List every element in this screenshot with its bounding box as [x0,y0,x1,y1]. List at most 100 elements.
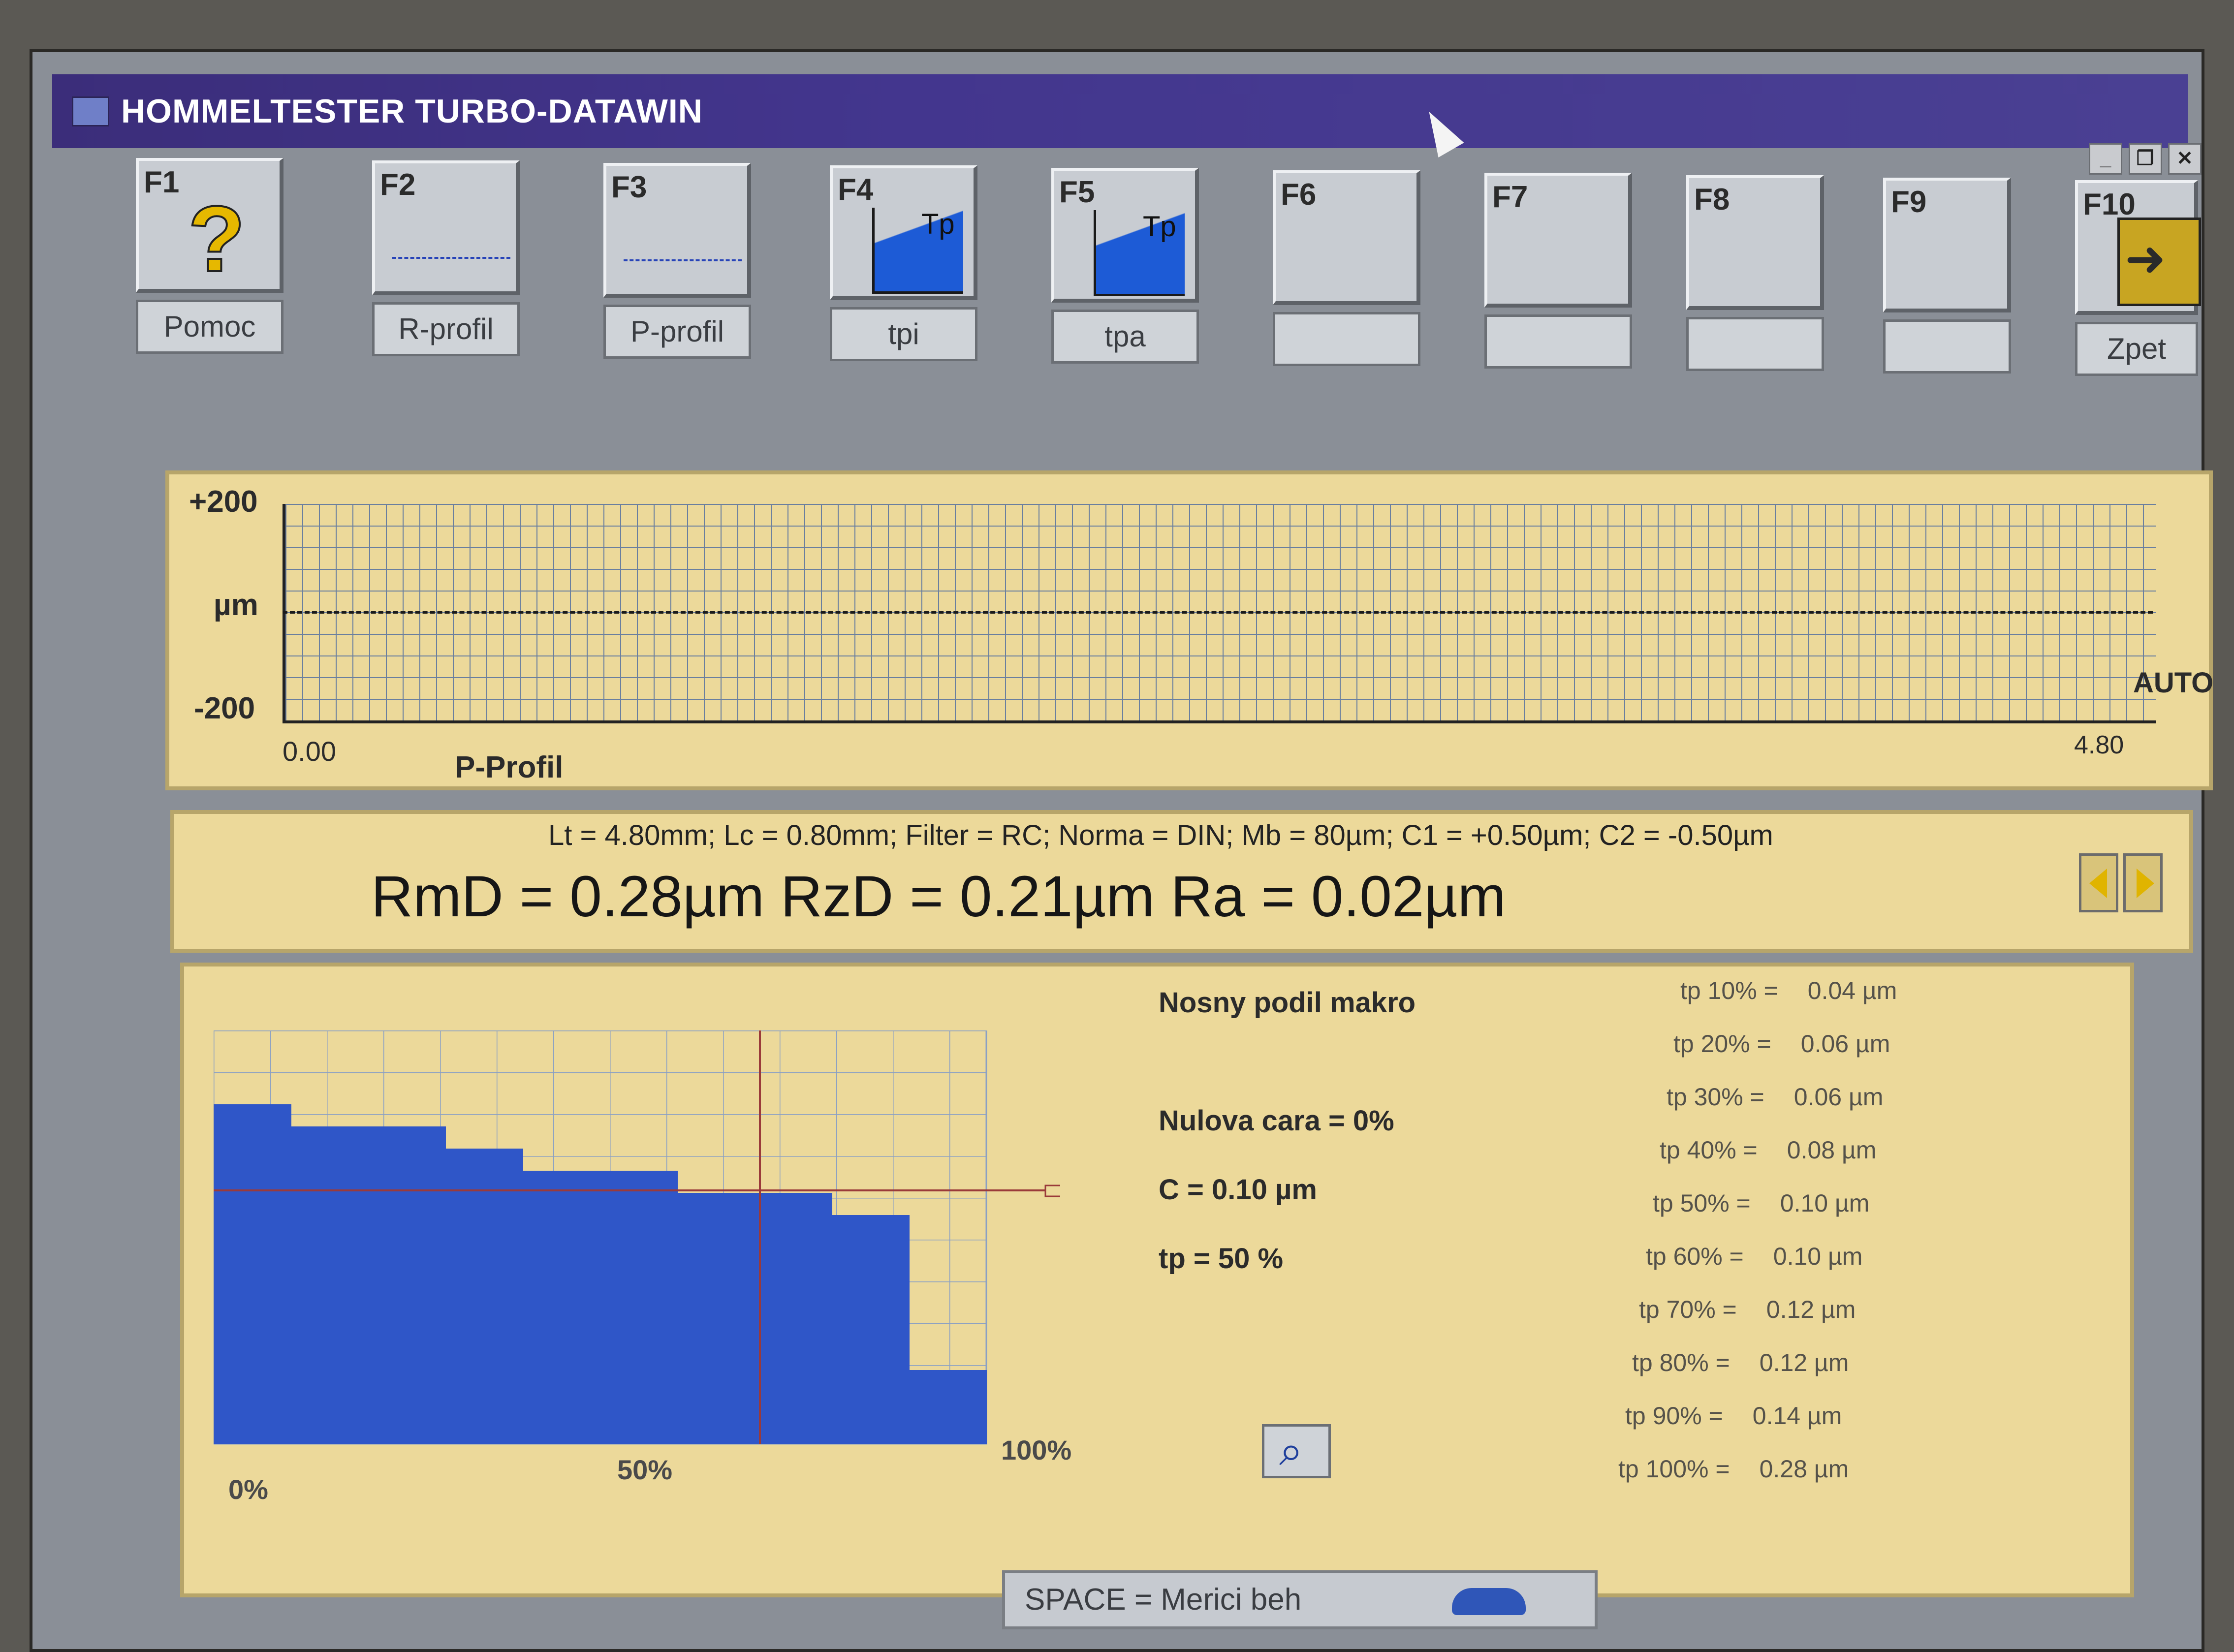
tp-row-label: tp 80% = [1632,1349,1730,1376]
f1-help-button[interactable]: F1? Pomoc [136,158,283,354]
tp-row-value: 0.08 µm [1787,1136,1877,1164]
tp-table-row: tp 10% = 0.04 µm [1680,976,1897,1005]
f8-button[interactable]: F8 [1686,175,1824,371]
p-profile-icon [624,240,742,261]
x-axis-50-label: 50% [617,1454,673,1485]
f7-button[interactable]: F7 [1484,173,1632,369]
fkey-number: F1 [144,165,180,199]
tp-row-label: tp 100% = [1618,1455,1730,1483]
y-axis-unit-label: µm [214,588,258,622]
bearing-step [291,1126,369,1444]
settings-line: Lt = 4.80mm; Lc = 0.80mm; Filter = RC; N… [548,819,1773,851]
title-bar: HOMMELTESTER TURBO-DATAWIN [52,74,2188,148]
x-axis-start-label: 0.00 [283,736,336,767]
tp-row-label: tp 60% = [1646,1243,1744,1270]
bearing-step [909,1370,987,1444]
fkey-number: F4 [838,173,874,207]
tp-row-value: 0.12 µm [1766,1296,1856,1323]
fkey-label: tpi [830,307,977,361]
exit-icon [2117,218,2201,306]
tp-row-label: tp 20% = [1673,1030,1771,1058]
fkey-label: tpa [1051,310,1199,364]
tp-table-row: tp 20% = 0.06 µm [1673,1029,1890,1058]
fkey-label: R-profil [372,302,520,356]
bearing-step [368,1126,446,1444]
f3-p-profile-button[interactable]: F3 P-profil [603,163,751,359]
fkey-label: Zpet [2075,322,2198,376]
auto-scale-label[interactable]: AUTO [2133,666,2213,699]
cut-level-handle [1044,1184,1060,1197]
tp-row-value: 0.14 µm [1752,1402,1842,1430]
c-value-label: C = 0.10 µm [1159,1174,1317,1206]
help-icon: ? [187,186,246,292]
f9-button[interactable]: F9 [1883,178,2011,374]
fkey-number: F10 [2083,187,2136,221]
fkey-number: F6 [1281,178,1317,212]
r-profile-icon [392,237,510,259]
space-hint-text: SPACE = Merici beh [1025,1583,1302,1617]
tp-icon-text: Tp [1143,211,1176,243]
profile-trace [283,611,2153,614]
next-page-button[interactable] [2123,853,2163,912]
tp-row-label: tp 10% = [1680,977,1778,1004]
tp-row-value: 0.06 µm [1793,1083,1884,1111]
tp-table-row: tp 50% = 0.10 µm [1653,1189,1869,1217]
bearing-title: Nosny podil makro [1159,987,1416,1019]
tp-row-value: 0.12 µm [1759,1349,1849,1376]
tp-row-label: tp 70% = [1639,1296,1737,1323]
tp-table-row: tp 30% = 0.06 µm [1667,1083,1883,1111]
fkey-number: F8 [1694,183,1730,217]
tp-icon-text: Tp [921,208,955,240]
tp-row-label: tp 40% = [1660,1136,1758,1164]
fkey-label [1484,314,1632,369]
fkey-label [1883,319,2011,374]
tp-table-row: tp 90% = 0.14 µm [1625,1402,1842,1430]
f5-tpa-button[interactable]: F5 Tp tpa [1051,168,1199,364]
bearing-ratio-chart [214,1030,1060,1445]
tp-table-row: tp 80% = 0.12 µm [1632,1348,1849,1377]
fkey-number: F9 [1891,185,1927,219]
app-icon [72,96,109,126]
previous-page-button[interactable] [2079,853,2118,912]
f2-r-profile-button[interactable]: F2 R-profil [372,160,520,356]
bearing-step [832,1215,910,1444]
bearing-step [677,1193,755,1444]
zoom-profile-button[interactable] [1262,1424,1331,1478]
tp-value-label: tp = 50 % [1159,1243,1284,1275]
fkey-label [1686,317,1824,371]
monitor-screen: HOMMELTESTER TURBO-DATAWIN _ ❐ ✕ F1? Pom… [30,49,2213,1652]
tp-table-row: tp 100% = 0.28 µm [1618,1455,1849,1483]
f6-button[interactable]: F6 [1273,170,1420,366]
x-axis-100-label: 100% [1001,1434,1072,1465]
tp-row-value: 0.04 µm [1807,977,1897,1004]
bearing-step [445,1149,523,1444]
bearing-step [214,1104,291,1444]
fkey-number: F2 [380,168,416,202]
profile-grid [283,504,2156,723]
fkey-number: F7 [1492,180,1528,214]
bearing-step [755,1193,832,1444]
tp-table-row: tp 60% = 0.10 µm [1646,1242,1862,1271]
fkey-label: Pomoc [136,300,283,354]
bearing-ratio-panel: 0% 50% 100% Nosny podil makro Nulova car… [180,963,2134,1597]
window-title: HOMMELTESTER TURBO-DATAWIN [121,93,703,130]
tp-row-value: 0.10 µm [1773,1243,1863,1270]
profile-panel: +200 µm -200 0.00 4.80 P-Profil AUTO [165,470,2213,790]
function-key-toolbar: F1? Pomoc F2 R-profil F3 P-profil F4 Tp t… [101,158,2208,463]
tp-row-label: tp 50% = [1653,1189,1751,1217]
x-axis-0-label: 0% [228,1474,268,1505]
tp-row-value: 0.10 µm [1780,1189,1870,1217]
tp-row-value: 0.28 µm [1759,1455,1849,1483]
tp-row-label: tp 30% = [1667,1083,1764,1111]
mouse-icon [1452,1588,1526,1615]
fkey-number: F5 [1059,175,1095,209]
y-axis-max-label: +200 [189,485,258,519]
tp-row-value: 0.06 µm [1800,1030,1890,1058]
f10-back-button[interactable]: F10 Zpet [2075,180,2201,376]
fkey-label [1273,312,1420,366]
f4-tpi-button[interactable]: F4 Tp tpi [830,165,977,361]
bearing-step [600,1171,678,1444]
parameters-panel: Lt = 4.80mm; Lc = 0.80mm; Filter = RC; N… [170,810,2193,953]
y-axis-min-label: -200 [194,691,255,725]
measure-run-hint[interactable]: SPACE = Merici beh [1002,1570,1598,1629]
